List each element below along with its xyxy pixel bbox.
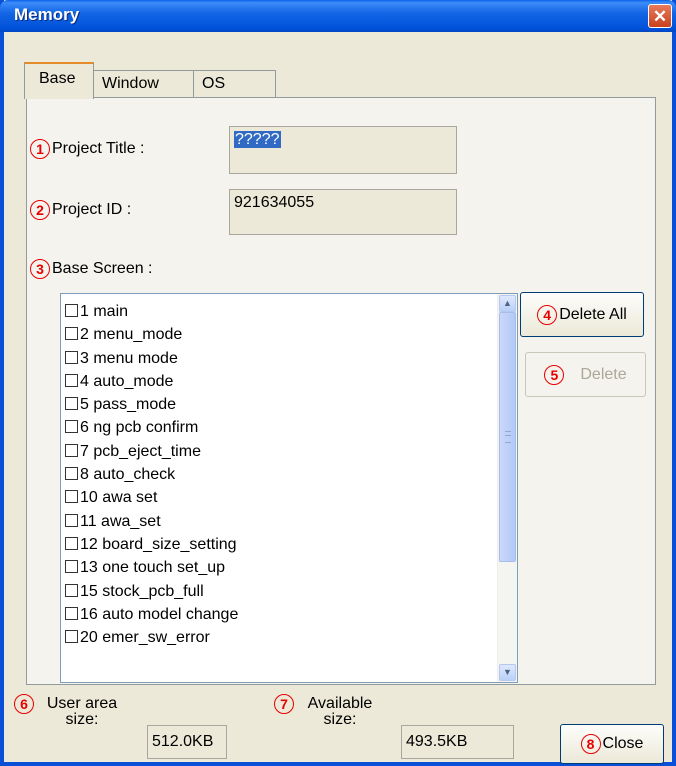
project-title-field[interactable]: ????? [229, 126, 457, 174]
scroll-thumb[interactable] [499, 312, 516, 562]
user-area-label: User area size: [46, 695, 118, 728]
available-value: 493.5KB [401, 725, 514, 759]
item-checkbox[interactable] [65, 536, 78, 550]
item-checkbox[interactable] [65, 606, 78, 620]
list-item[interactable]: 10 awa set [61, 486, 497, 509]
item-checkbox[interactable] [65, 350, 78, 364]
item-checkbox[interactable] [65, 630, 78, 644]
item-label: 16 auto model change [80, 605, 239, 623]
scroll-down-icon[interactable]: ▼ [499, 664, 516, 681]
item-label: 10 awa set [80, 489, 158, 507]
item-label: 2 menu_mode [80, 326, 183, 344]
item-checkbox[interactable] [65, 397, 78, 411]
base-screen-label: 3 Base Screen : [30, 259, 153, 279]
delete-button[interactable]: 5 Delete [525, 352, 646, 397]
marker-2: 2 [30, 200, 50, 220]
marker-1: 1 [30, 139, 50, 159]
marker-7-wrap: 7 [274, 694, 294, 714]
item-label: 12 board_size_setting [80, 535, 237, 553]
list-item[interactable]: 2 menu_mode [61, 323, 497, 346]
item-label: 11 awa_set [80, 512, 161, 530]
tab-os[interactable]: OS [194, 70, 276, 98]
list-item[interactable]: 6 ng pcb confirm [61, 416, 497, 439]
project-title-value: ????? [234, 131, 281, 148]
list-item[interactable]: 20 emer_sw_error [61, 626, 497, 649]
marker-5: 5 [544, 364, 565, 385]
project-id-value: 921634055 [234, 194, 315, 211]
list-item[interactable]: 15 stock_pcb_full [61, 580, 497, 603]
marker-7: 7 [274, 694, 294, 714]
close-icon[interactable]: ✕ [648, 4, 672, 28]
grip-icon [505, 431, 511, 443]
item-label: 1 main [80, 303, 129, 320]
list-item[interactable]: 12 board_size_setting [61, 533, 497, 556]
item-label: 5 pass_mode [80, 396, 177, 414]
item-label: 7 pcb_eject_time [80, 442, 201, 460]
item-label: 6 ng pcb confirm [80, 419, 199, 437]
window-title: Memory [14, 5, 80, 24]
marker-4: 4 [537, 304, 558, 325]
marker-8: 8 [580, 733, 601, 754]
list-item[interactable]: 8 auto_check [61, 463, 497, 486]
item-checkbox[interactable] [65, 304, 78, 317]
title-bar[interactable]: Memory ✕ [0, 0, 676, 32]
item-checkbox[interactable] [65, 513, 78, 527]
list-item[interactable]: 11 awa_set [61, 510, 497, 533]
base-screen-list[interactable]: 1 main 2 menu_mode 3 menu mode 4 auto_mode 5… [60, 293, 518, 683]
item-label: 13 one touch set_up [80, 559, 226, 577]
item-label: 4 auto_mode [80, 372, 174, 390]
user-area-value: 512.0KB [147, 725, 227, 759]
item-checkbox[interactable] [65, 583, 78, 597]
close-button[interactable]: 8 Close [560, 724, 664, 764]
item-label: 8 auto_check [80, 466, 176, 484]
project-id-label: 2 Project ID : [30, 200, 131, 220]
tab-window[interactable]: Window [94, 70, 194, 98]
item-checkbox[interactable] [65, 490, 78, 504]
item-checkbox[interactable] [65, 560, 78, 574]
item-label: 20 emer_sw_error [80, 629, 210, 647]
list-item[interactable]: 7 pcb_eject_time [61, 440, 497, 463]
item-checkbox[interactable] [65, 467, 78, 481]
item-checkbox[interactable] [65, 420, 78, 434]
list-item[interactable]: 4 auto_mode [61, 370, 497, 393]
item-label: 3 menu mode [80, 349, 178, 367]
marker-3: 3 [30, 259, 50, 279]
tab-base[interactable]: Base [24, 62, 94, 99]
scroll-up-icon[interactable]: ▲ [499, 295, 516, 312]
project-id-field: 921634055 [229, 189, 457, 235]
list-item[interactable]: 16 auto model change [61, 603, 497, 626]
list-item[interactable]: 3 menu mode [61, 347, 497, 370]
item-checkbox[interactable] [65, 443, 78, 457]
marker-6: 6 [14, 694, 34, 714]
project-title-label: 1 Project Title : [30, 139, 144, 159]
list-item[interactable]: 5 pass_mode [61, 393, 497, 416]
available-label: Available size: [307, 695, 373, 728]
item-checkbox[interactable] [65, 373, 78, 387]
delete-all-button[interactable]: 4 Delete All [520, 292, 644, 337]
memory-dialog: Memory ✕ Window OS Base 1 Project Title :… [0, 0, 676, 766]
scrollbar[interactable]: ▲ ▼ [497, 294, 517, 682]
list-item[interactable]: 1 main [61, 300, 497, 323]
item-label: 15 stock_pcb_full [80, 582, 204, 600]
marker-6-wrap: 6 [14, 694, 34, 714]
list-items: 1 main 2 menu_mode 3 menu mode 4 auto_mode 5… [61, 300, 497, 649]
item-checkbox[interactable] [65, 327, 78, 341]
list-item[interactable]: 13 one touch set_up [61, 556, 497, 579]
